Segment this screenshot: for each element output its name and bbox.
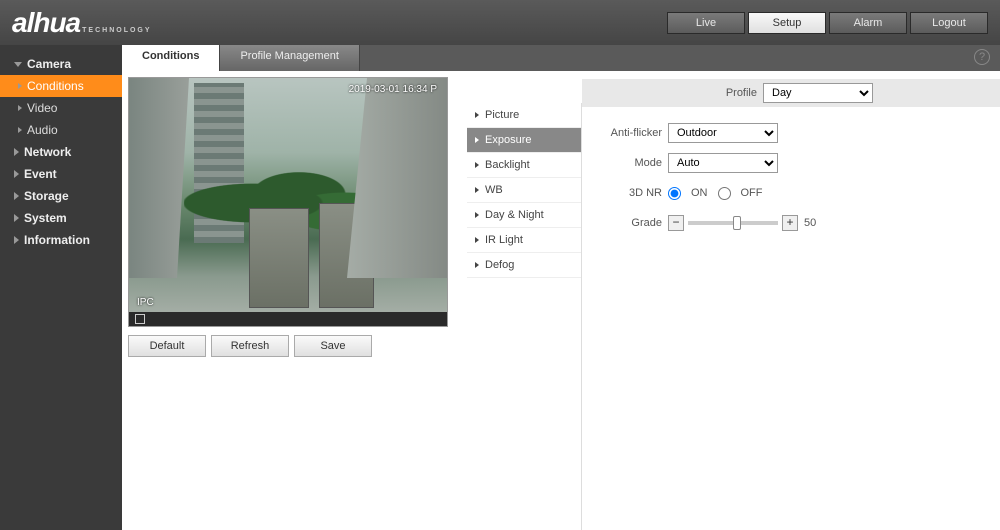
refresh-button[interactable]: Refresh [211,335,289,357]
action-buttons: Default Refresh Save [128,335,467,357]
grade-minus-button[interactable]: − [668,215,684,231]
preview-timestamp: 2019-03-01 16:34 P [349,84,437,95]
default-button[interactable]: Default [128,335,206,357]
chevron-right-icon [14,148,19,156]
tab-profile-management[interactable]: Profile Management [220,45,359,71]
grade-plus-button[interactable]: + [782,215,798,231]
profile-select[interactable]: Day [763,83,873,103]
fullscreen-icon[interactable] [135,314,145,324]
menu-defog[interactable]: Defog [467,253,581,278]
triangle-icon [475,162,479,168]
preview-toolbar [129,312,447,326]
top-nav: Live Setup Alarm Logout [667,12,988,34]
3dnr-on-label: ON [691,187,708,199]
tabs: Conditions Profile Management [122,45,1000,71]
menu-wb[interactable]: WB [467,178,581,203]
3dnr-on-radio[interactable] [668,187,681,200]
alarm-button[interactable]: Alarm [829,12,907,34]
chevron-right-icon [14,236,19,244]
menu-ir-light[interactable]: IR Light [467,228,581,253]
profile-label: Profile [602,87,757,99]
sidebar-information[interactable]: Information [0,229,122,251]
preview-label: IPC [137,297,154,308]
anti-flicker-row: Anti-flicker Outdoor [602,123,980,143]
sidebar: Camera Conditions Video Audio Network Ev… [0,45,122,530]
camera-preview: 2019-03-01 16:34 P IPC [128,77,448,327]
mode-row: Mode Auto [602,153,980,173]
grade-slider[interactable] [688,221,778,225]
sidebar-system[interactable]: System [0,207,122,229]
chevron-down-icon [14,62,22,67]
3dnr-label: 3D NR [602,187,662,199]
chevron-right-icon [18,127,22,133]
help-icon[interactable]: ? [974,49,990,65]
save-button[interactable]: Save [294,335,372,357]
content: 2019-03-01 16:34 P IPC Default Refresh S… [122,71,1000,530]
menu-day-night[interactable]: Day & Night [467,203,581,228]
menu-backlight[interactable]: Backlight [467,153,581,178]
settings-menu: Picture Exposure Backlight WB Day & Nigh… [467,103,582,530]
chevron-right-icon [14,192,19,200]
triangle-icon [475,237,479,243]
chevron-right-icon [14,170,19,178]
profile-row: Profile Day [582,79,1000,107]
tab-conditions[interactable]: Conditions [122,45,220,71]
slider-thumb[interactable] [733,216,741,230]
logout-button[interactable]: Logout [910,12,988,34]
live-button[interactable]: Live [667,12,745,34]
brand-logo: alhua TECHNOLOGY [12,7,152,39]
brand-sub: TECHNOLOGY [82,27,151,34]
chevron-right-icon [14,214,19,222]
grade-label: Grade [602,217,662,229]
main-panel: Conditions Profile Management ? 2019-03-… [122,45,1000,530]
preview-column: 2019-03-01 16:34 P IPC Default Refresh S… [122,71,467,530]
3dnr-off-radio[interactable] [718,187,731,200]
3dnr-off-label: OFF [741,187,763,199]
chevron-right-icon [18,83,22,89]
grade-value: 50 [804,217,816,229]
menu-picture[interactable]: Picture [467,103,581,128]
menu-exposure[interactable]: Exposure [467,128,581,153]
settings-panel: Profile Day Anti-flicker Outdoor Mode Au… [582,71,1000,530]
sidebar-storage[interactable]: Storage [0,185,122,207]
header: alhua TECHNOLOGY Live Setup Alarm Logout [0,0,1000,45]
sidebar-conditions[interactable]: Conditions [0,75,122,97]
grade-row: Grade − + 50 [602,213,980,233]
triangle-icon [475,187,479,193]
triangle-icon [475,262,479,268]
mode-label: Mode [602,157,662,169]
setup-button[interactable]: Setup [748,12,826,34]
brand-name: alhua [12,7,80,39]
3dnr-row: 3D NR ON OFF [602,183,980,203]
sidebar-event[interactable]: Event [0,163,122,185]
anti-flicker-label: Anti-flicker [602,127,662,139]
triangle-icon [475,212,479,218]
sidebar-audio[interactable]: Audio [0,119,122,141]
sidebar-network[interactable]: Network [0,141,122,163]
mode-select[interactable]: Auto [668,153,778,173]
sidebar-camera[interactable]: Camera [0,53,122,75]
sidebar-video[interactable]: Video [0,97,122,119]
anti-flicker-select[interactable]: Outdoor [668,123,778,143]
triangle-icon [475,112,479,118]
triangle-icon [475,137,479,143]
chevron-right-icon [18,105,22,111]
